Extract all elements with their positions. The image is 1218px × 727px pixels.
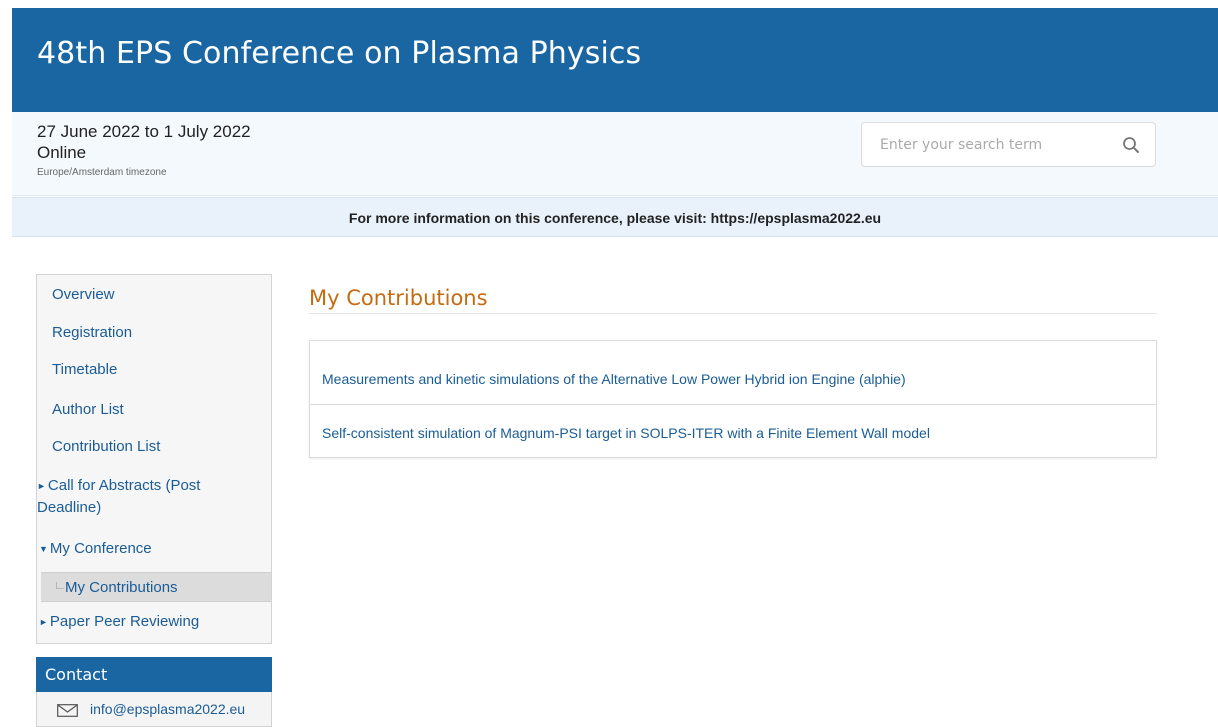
tree-branch-icon: ∟ [54, 578, 66, 592]
event-dates: 27 June 2022 to 1 July 2022 [37, 122, 251, 141]
search-box [861, 122, 1156, 167]
conference-header: 48th EPS Conference on Plasma Physics [12, 8, 1218, 112]
sidebar-item-timetable[interactable]: Timetable [52, 361, 117, 378]
event-info-bar: 27 June 2022 to 1 July 2022 Online Europ… [12, 112, 1218, 196]
contact-email-link[interactable]: info@epsplasma2022.eu [36, 692, 272, 727]
contribution-row[interactable]: Self-consistent simulation of Magnum-PSI… [310, 405, 1156, 457]
sidebar-item-my-contributions[interactable]: ∟ My Contributions [41, 572, 271, 602]
sidebar-menu: Overview Registration Timetable Author L… [36, 274, 272, 644]
collapse-triangle-icon: ▼ [39, 544, 48, 554]
sidebar-item-overview[interactable]: Overview [52, 286, 115, 303]
expand-triangle-icon: ► [39, 617, 48, 627]
search-input[interactable] [863, 124, 1103, 165]
contact-email-text: info@epsplasma2022.eu [90, 701, 246, 717]
contribution-title[interactable]: Measurements and kinetic simulations of … [322, 371, 906, 387]
envelope-icon [57, 704, 78, 717]
contact-heading: Contact [36, 657, 272, 692]
conference-title[interactable]: 48th EPS Conference on Plasma Physics [37, 36, 641, 71]
search-icon[interactable] [1122, 136, 1140, 154]
info-banner: For more information on this conference,… [12, 197, 1218, 237]
event-timezone: Europe/Amsterdam timezone [37, 167, 167, 178]
contribution-title[interactable]: Self-consistent simulation of Magnum-PSI… [322, 425, 930, 441]
expand-triangle-icon: ► [37, 481, 46, 491]
sidebar-item-registration[interactable]: Registration [52, 324, 132, 341]
sidebar-item-label: My Conference [49, 540, 152, 557]
title-divider [309, 313, 1157, 314]
sidebar-item-contribution-list[interactable]: Contribution List [52, 438, 160, 455]
sidebar-item-my-conference[interactable]: ▼ My Conference [39, 540, 152, 557]
sidebar-item-label-line2: Deadline) [37, 499, 102, 516]
contribution-row[interactable]: Measurements and kinetic simulations of … [310, 341, 1156, 405]
sidebar-item-label: My Contributions [65, 579, 178, 596]
event-location: Online [37, 143, 87, 162]
sidebar-item-call-for-abstracts[interactable]: ► Call for Abstracts (Post Deadline) [37, 475, 257, 518]
sidebar-item-paper-peer-reviewing[interactable]: ► Paper Peer Reviewing [39, 613, 199, 630]
sidebar-item-label: Paper Peer Reviewing [49, 613, 200, 630]
page-title: My Contributions [309, 286, 488, 310]
sidebar-item-label: Call for Abstracts (Post [47, 477, 201, 494]
contributions-list: Measurements and kinetic simulations of … [309, 340, 1157, 458]
sidebar-item-author-list[interactable]: Author List [52, 401, 124, 418]
